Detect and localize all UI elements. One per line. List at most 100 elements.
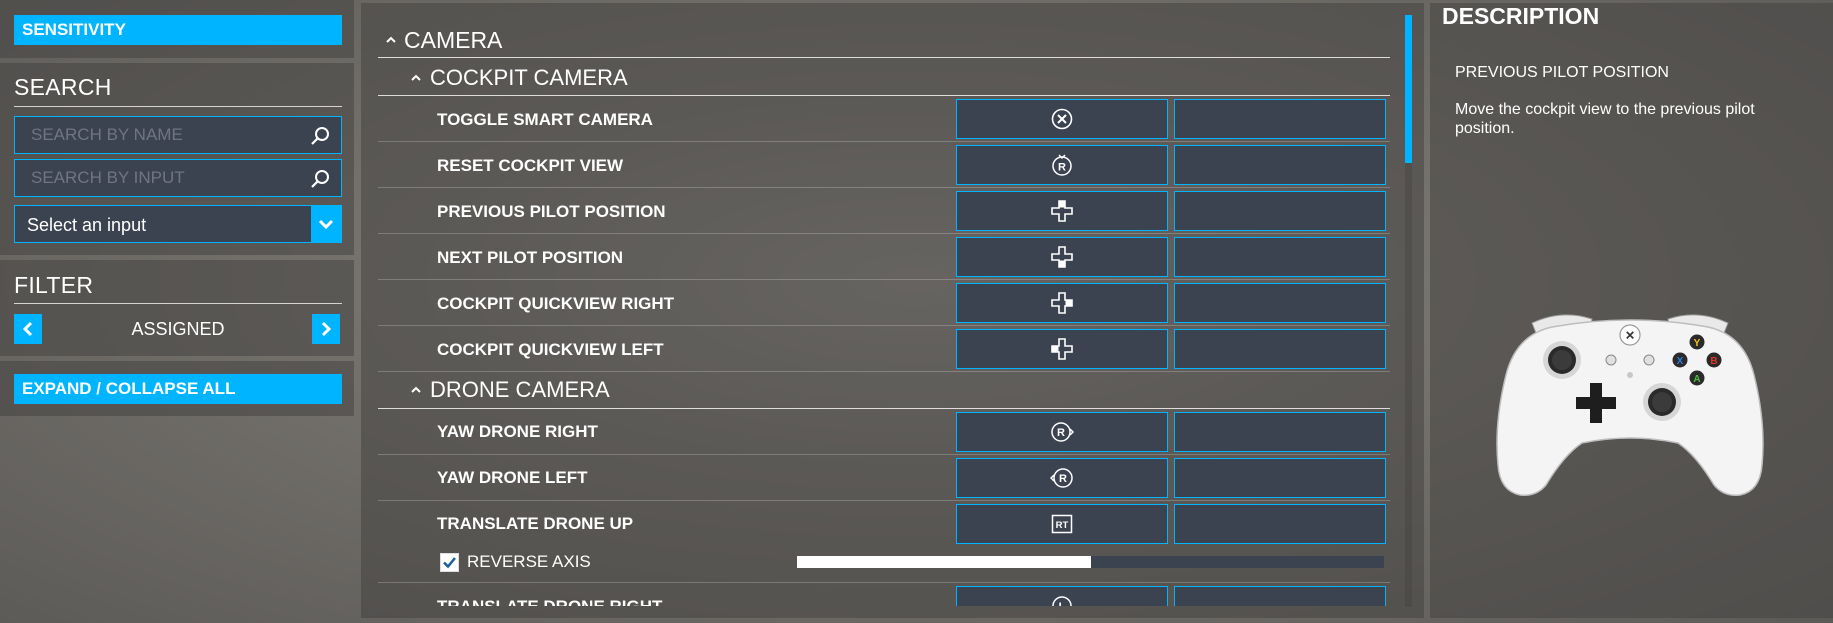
search-icon[interactable] [309,125,331,147]
description-text: Move the cockpit view to the previous pi… [1455,101,1755,137]
xbox-controller-icon: ✕ Y X B A [1496,314,1764,497]
svg-text:L: L [1059,601,1066,606]
row-divider [378,187,1390,188]
svg-text:B: B [1710,356,1717,367]
search-by-input-input[interactable] [15,160,295,196]
right-stick-press-icon: R [1052,154,1072,176]
action-label: YAW DRONE RIGHT [437,422,598,441]
secondary-binding-slot[interactable] [1174,586,1386,606]
dpad-icon [1051,246,1073,268]
primary-binding-slot[interactable]: L [956,586,1168,606]
secondary-binding-slot[interactable] [1174,329,1386,369]
x-button-icon [1051,108,1073,130]
filter-next-button[interactable] [312,314,340,344]
dpad-icon [1051,292,1073,314]
secondary-binding-slot[interactable] [1174,283,1386,323]
row-divider [378,582,1390,583]
row-divider [378,325,1390,326]
left-stick-icon: L [1052,596,1072,606]
drone-camera-divider [378,408,1390,409]
action-label: COCKPIT QUICKVIEW RIGHT [437,294,675,313]
subcategory-drone-camera-label: DRONE CAMERA [430,377,610,402]
table-row[interactable]: TRANSLATE DRONE RIGHT L [361,586,1424,606]
svg-text:✕: ✕ [1625,329,1635,343]
camera-divider [378,57,1390,58]
action-label: TOGGLE SMART CAMERA [437,110,653,129]
row-divider [378,233,1390,234]
search-by-name-field[interactable] [14,116,342,154]
axis-slider-fill[interactable] [797,556,1091,568]
action-label: YAW DRONE LEFT [437,468,588,487]
primary-binding-slot[interactable]: R [956,145,1168,185]
category-camera[interactable]: CAMERA [378,24,1390,54]
action-label: TRANSLATE DRONE RIGHT [437,597,662,606]
search-divider [14,106,342,107]
search-by-name-input[interactable] [15,117,295,153]
select-input-value: Select an input [27,215,147,235]
dpad-icon [1051,200,1073,222]
right-stick-right-icon: R [1051,422,1074,442]
row-divider [378,454,1390,455]
secondary-binding-slot[interactable] [1174,145,1386,185]
chevron-up-icon [411,74,421,81]
chevron-up-icon [411,386,421,393]
primary-binding-slot[interactable] [956,283,1168,323]
search-title: SEARCH [14,74,112,100]
action-label: PREVIOUS PILOT POSITION [437,202,666,221]
subcategory-cockpit-camera-label: COCKPIT CAMERA [430,65,628,90]
rt-trigger-icon: RT [1051,514,1073,534]
primary-binding-slot[interactable] [956,329,1168,369]
chevron-up-icon [386,36,396,43]
svg-text:R: R [1058,162,1066,174]
primary-binding-slot[interactable] [956,191,1168,231]
secondary-binding-slot[interactable] [1174,191,1386,231]
description-action-name: PREVIOUS PILOT POSITION [1455,64,1669,81]
search-icon[interactable] [309,168,331,190]
chevron-left-icon [22,321,33,337]
expand-collapse-all-button[interactable]: EXPAND / COLLAPSE ALL [14,374,342,404]
filter-value: ASSIGNED [131,319,225,339]
scrollbar-thumb[interactable] [1405,15,1412,163]
secondary-binding-slot[interactable] [1174,412,1386,452]
action-label: NEXT PILOT POSITION [437,248,624,267]
primary-binding-slot[interactable] [956,99,1168,139]
filter-prev-button[interactable] [14,314,42,344]
action-label: COCKPIT QUICKVIEW LEFT [437,340,664,359]
description-title: DESCRIPTION [1442,3,1600,29]
row-divider [378,279,1390,280]
row-divider [378,371,1390,372]
chevron-right-icon [321,321,332,337]
secondary-binding-slot[interactable] [1174,237,1386,277]
primary-binding-slot[interactable]: RT [956,504,1168,544]
row-divider [378,500,1390,501]
reverse-axis-checkbox[interactable] [440,553,459,572]
secondary-binding-slot[interactable] [1174,99,1386,139]
svg-text:R: R [1057,427,1065,439]
secondary-binding-slot[interactable] [1174,458,1386,498]
sensitivity-button[interactable]: SENSITIVITY [14,15,342,45]
svg-text:X: X [1677,356,1684,367]
cockpit-camera-divider [378,95,1390,96]
svg-text:R: R [1059,473,1067,485]
primary-binding-slot[interactable]: R [956,412,1168,452]
subcategory-cockpit-camera[interactable]: COCKPIT CAMERA [378,62,1390,92]
right-stick-left-icon: R [1050,468,1073,488]
category-camera-label: CAMERA [404,27,503,53]
svg-text:Y: Y [1694,338,1701,349]
select-input-dropdown[interactable]: Select an input [14,205,342,243]
subcategory-drone-camera[interactable]: DRONE CAMERA [378,374,1390,404]
primary-binding-slot[interactable]: R [956,458,1168,498]
filter-title: FILTER [14,272,94,298]
secondary-binding-slot[interactable] [1174,504,1386,544]
dropdown-arrow[interactable] [311,206,341,242]
dpad-icon [1051,338,1073,360]
svg-text:A: A [1693,374,1700,385]
svg-text:RT: RT [1056,520,1069,531]
action-label: TRANSLATE DRONE UP [437,514,634,533]
primary-binding-slot[interactable] [956,237,1168,277]
reverse-axis-label: REVERSE AXIS [467,552,591,571]
chevron-down-icon [318,219,334,230]
search-by-input-field[interactable] [14,159,342,197]
action-label: RESET COCKPIT VIEW [437,156,624,175]
checkmark-icon [443,557,456,569]
